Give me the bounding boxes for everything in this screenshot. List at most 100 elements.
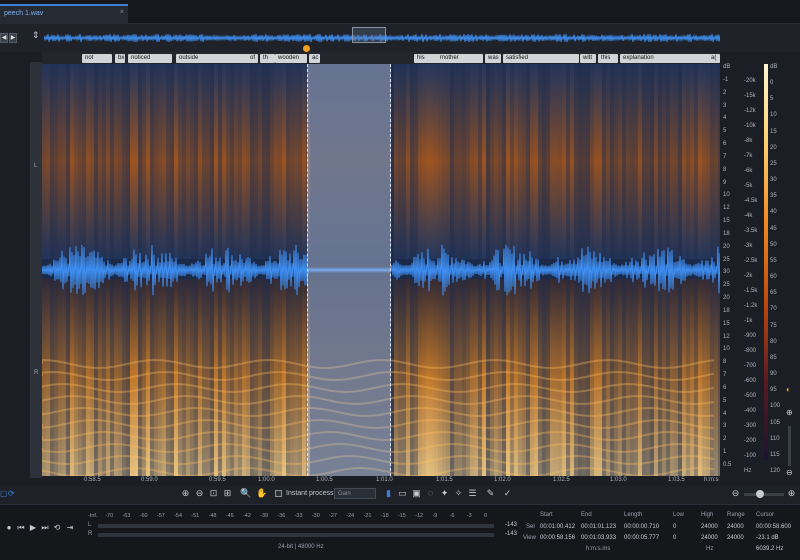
time-ruler-tick: 1:03.0 <box>610 477 627 483</box>
view-row-label: View <box>523 535 536 541</box>
sel-start-field[interactable]: 00:01:00.412 <box>540 524 575 530</box>
transcript-word[interactable]: bx <box>115 54 125 63</box>
sel-length-field[interactable]: 00:00:00.710 <box>624 524 659 530</box>
transcript-word[interactable]: noticed <box>128 54 172 63</box>
harmonic-wand-icon[interactable]: ✧ <box>453 488 464 499</box>
play-button[interactable]: ▶ <box>28 523 38 533</box>
zoom-out-horizontal-icon[interactable]: ⊖ <box>730 488 741 499</box>
zoom-out-icon[interactable]: ⊖ <box>194 488 205 499</box>
overview-view-region[interactable] <box>352 27 386 43</box>
view-high-field[interactable]: 24000 <box>701 535 718 541</box>
sel-range-field[interactable]: 24000 <box>727 524 744 530</box>
scroll-left-button[interactable]: ◀ <box>0 33 8 43</box>
transcript-word[interactable]: of <box>247 54 258 63</box>
format-readout: 24-bit | 48000 Hz <box>278 544 324 550</box>
color-scale-bar <box>764 64 768 460</box>
transcript-word[interactable]: a( <box>708 54 720 63</box>
color-scale-tick: 15 <box>770 128 777 135</box>
time-ruler-tick: 0:59.5 <box>209 477 226 483</box>
go-to-end-button[interactable]: ⏭ <box>40 523 50 533</box>
view-end-field[interactable]: 00:01:03.933 <box>581 535 616 541</box>
color-scale-tick: 0 <box>770 80 774 87</box>
transcript-word[interactable]: outside <box>176 54 248 63</box>
low-header: Low <box>673 512 685 518</box>
hz-scale-tick: -8k <box>744 138 753 144</box>
hz-unit-label[interactable]: Hz <box>706 546 713 552</box>
transcript-word[interactable]: witt <box>580 54 596 63</box>
module-chain-icon[interactable]: ✓ <box>502 488 513 499</box>
transcript-word[interactable]: was <box>485 54 501 63</box>
db-scale-tick: 20 <box>723 295 730 302</box>
transcript-word[interactable]: mother <box>437 54 483 63</box>
go-to-start-button[interactable]: ⏮ <box>16 523 26 533</box>
color-scale-tick: 60 <box>770 274 777 281</box>
threshold-icon[interactable]: ☰ <box>467 488 478 499</box>
view-length-field[interactable]: 00:00:05.777 <box>624 535 659 541</box>
transcript-word[interactable]: satisfied <box>503 54 579 63</box>
meter-scale-tick: -36 <box>277 513 286 519</box>
db-scale-tick: 6 <box>723 141 727 148</box>
freq-selection-tool-icon[interactable]: ▭ <box>397 488 408 499</box>
loop-button[interactable]: ⟲ <box>52 523 62 533</box>
hz-scale-tick: -20k <box>744 78 756 84</box>
time-ruler-tick: 1:03.5 <box>668 477 685 483</box>
color-scale-tick: 45 <box>770 225 777 232</box>
zoom-in-horizontal-icon[interactable]: ⊕ <box>786 488 797 499</box>
color-scale-tick: 5 <box>770 96 774 103</box>
view-range-field[interactable]: 24000 <box>727 535 744 541</box>
play-selection-button[interactable]: ⇥ <box>65 523 75 533</box>
magic-wand-icon[interactable]: ✦ <box>439 488 450 499</box>
sel-high-field[interactable]: 24000 <box>701 524 718 530</box>
color-contrast-icon[interactable]: ◐ <box>786 385 791 394</box>
file-tab[interactable]: peech 1.wav × <box>0 4 128 24</box>
record-button[interactable]: ● <box>4 523 14 533</box>
db-scale-tick: 4 <box>723 115 727 122</box>
hz-scale-tick: -2k <box>744 273 753 279</box>
transcript-word[interactable]: this <box>598 54 618 63</box>
hand-tool-icon[interactable]: ✋ <box>256 488 267 499</box>
db-scale-tick: 5 <box>723 397 727 404</box>
instant-process-checkbox[interactable] <box>275 490 282 497</box>
zoom-out-vertical-icon[interactable]: ⊖ <box>786 468 793 477</box>
time-selection-tool-icon[interactable]: ▮ <box>383 488 394 499</box>
brush-tool-icon[interactable]: ✎ <box>485 488 496 499</box>
db-scale-tick: 15 <box>723 218 730 225</box>
meter-scale-tick: -3 <box>466 513 472 519</box>
zoom-in-icon[interactable]: ⊕ <box>180 488 191 499</box>
transcript-word[interactable]: ac <box>309 54 320 63</box>
time-freq-selection-tool-icon[interactable]: ▣ <box>411 488 422 499</box>
scroll-right-button[interactable]: ▶ <box>9 33 17 43</box>
transcript-word[interactable]: not <box>82 54 112 63</box>
sel-low-field[interactable]: 0 <box>673 524 676 530</box>
meter-left-label: L <box>88 522 92 528</box>
channel-right-label: R <box>34 370 39 376</box>
zoom-selection-icon[interactable]: ⊡ <box>208 488 219 499</box>
view-low-field[interactable]: 0 <box>673 535 676 541</box>
transcript-word[interactable]: his <box>414 54 438 63</box>
process-mode-select[interactable]: Gain <box>334 488 376 499</box>
transcript-word[interactable]: th <box>260 54 275 63</box>
transcript-word[interactable]: explanation <box>620 54 710 63</box>
time-selection[interactable] <box>307 64 391 476</box>
zoom-tool-icon[interactable]: 🔍 <box>240 488 251 499</box>
sel-end-field[interactable]: 00:01:01.123 <box>581 524 616 530</box>
length-header: Length <box>624 512 643 518</box>
spectrogram-view[interactable] <box>42 64 720 476</box>
collapse-overview-icon[interactable]: ⇕ <box>32 30 40 41</box>
db-scale-tick: 4 <box>723 410 727 417</box>
zoom-fit-icon[interactable]: ⊞ <box>222 488 233 499</box>
lasso-tool-icon[interactable]: ◌ <box>425 488 436 499</box>
hz-scale-tick: -1.5k <box>744 288 758 294</box>
time-unit-label[interactable]: h:m:s.ms <box>586 546 610 552</box>
view-start-field[interactable]: 00:00:58.156 <box>540 535 575 541</box>
horizontal-zoom-slider[interactable] <box>744 493 784 496</box>
close-tab-icon[interactable]: × <box>120 9 124 16</box>
history-icon[interactable]: ▢ <box>0 489 8 498</box>
zoom-in-vertical-icon[interactable]: ⊕ <box>786 408 793 417</box>
channel-left-label: L <box>34 163 38 169</box>
vertical-zoom-slider[interactable] <box>788 426 791 466</box>
undo-icon[interactable]: ⟳ <box>8 489 15 498</box>
horizontal-zoom-thumb[interactable] <box>756 490 764 498</box>
transcript-word[interactable]: wooden <box>275 54 307 63</box>
playhead-marker-icon[interactable] <box>303 45 310 52</box>
